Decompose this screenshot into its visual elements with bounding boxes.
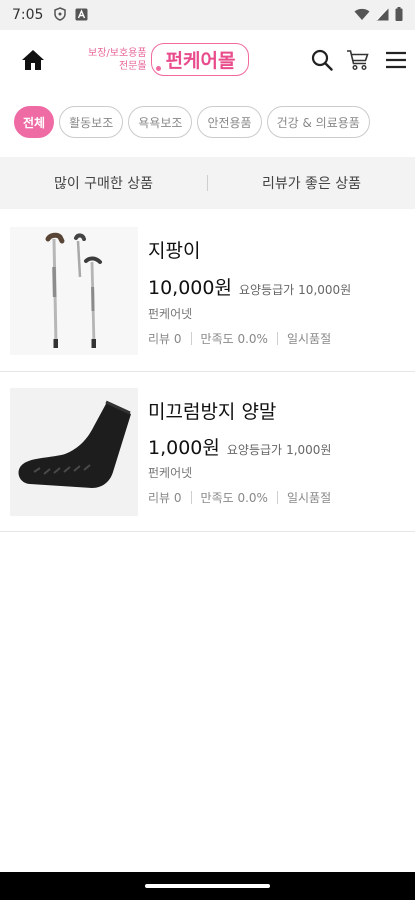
tab-most-purchased[interactable]: 많이 구매한 상품 <box>0 173 207 193</box>
meta-separator <box>276 491 278 504</box>
logo-tagline-line2: 전문몰 <box>118 60 147 72</box>
satisfaction-rate: 만족도 0.0% <box>200 332 268 346</box>
care-grade-price: 10,000원 <box>298 283 352 297</box>
signal-icon <box>376 6 389 25</box>
logo-dot <box>155 66 161 71</box>
category-chip[interactable]: 안전용품 <box>197 106 262 138</box>
care-grade-label: 요양등급가 <box>238 283 295 297</box>
menu-button[interactable] <box>383 47 409 73</box>
care-grade-price: 1,000원 <box>286 443 332 457</box>
meta-separator <box>276 332 278 345</box>
system-navigation-bar <box>0 872 415 900</box>
home-icon <box>22 50 44 70</box>
product-image-sock[interactable] <box>10 388 138 516</box>
meta-separator <box>190 491 192 504</box>
review-count: 리뷰 0 <box>148 332 182 346</box>
category-chip[interactable]: 활동보조 <box>59 106 124 138</box>
price-row: 1,000원 요양등급가 1,000원 <box>148 433 331 460</box>
logo-tagline-line1: 보장/보호용품 <box>88 47 147 59</box>
product-image-canes[interactable] <box>10 227 138 355</box>
search-button[interactable] <box>309 47 335 73</box>
product-item[interactable]: 미끄럼방지 양말 1,000원 요양등급가 1,000원 펀케어넷 리뷰 0 만… <box>0 372 415 532</box>
logo-wordmark: 펀케어몰 <box>150 43 249 76</box>
category-chip[interactable]: 전체 <box>14 106 55 138</box>
product-price: 1,000원 <box>148 437 220 459</box>
product-meta: 리뷰 0 만족도 0.0% 일시품절 <box>148 330 331 347</box>
home-button[interactable] <box>20 47 46 73</box>
category-chip[interactable]: 건강 & 의료용품 <box>266 106 370 138</box>
product-meta: 리뷰 0 만족도 0.0% 일시품절 <box>148 489 331 506</box>
hamburger-menu-icon <box>386 51 406 69</box>
logo-name: 펀케어몰 <box>165 50 236 72</box>
anti-slip-sock-image <box>10 388 138 516</box>
satisfaction-rate: 만족도 0.0% <box>200 491 268 505</box>
stock-status: 일시품절 <box>286 491 332 505</box>
product-price: 10,000원 <box>148 277 232 299</box>
care-grade-label: 요양등급가 <box>226 443 283 457</box>
cart-icon <box>347 50 369 71</box>
product-seller: 펀케어넷 <box>148 307 193 321</box>
stock-status: 일시품절 <box>286 332 332 346</box>
shield-icon <box>53 6 67 25</box>
logo-tagline: 보장/보호용품 전문몰 <box>88 47 147 73</box>
sort-tabs: 많이 구매한 상품 리뷰가 좋은 상품 <box>0 157 415 209</box>
wifi-icon <box>354 6 370 25</box>
status-bar: 7:05 <box>0 0 415 30</box>
category-chip[interactable]: 욕욕보조 <box>128 106 193 138</box>
app-header: 보장/보호용품 전문몰 펀케어몰 <box>0 30 415 92</box>
review-count: 리뷰 0 <box>148 491 182 505</box>
price-row: 10,000원 요양등급가 10,000원 <box>148 273 351 300</box>
a-box-icon <box>75 6 88 25</box>
category-chip-row: 전체 활동보조 욕욕보조 안전용품 건강 & 의료용품 <box>14 106 415 140</box>
product-item[interactable]: 지팡이 10,000원 요양등급가 10,000원 펀케어넷 리뷰 0 만족도 … <box>0 212 415 372</box>
product-name[interactable]: 지팡이 <box>148 236 200 263</box>
mall-logo[interactable]: 보장/보호용품 전문몰 펀케어몰 <box>88 43 249 76</box>
cart-button[interactable] <box>345 47 371 73</box>
walking-cane-image <box>10 227 138 355</box>
product-seller: 펀케어넷 <box>148 466 193 480</box>
product-name[interactable]: 미끄럼방지 양말 <box>148 397 276 424</box>
battery-icon <box>395 6 403 25</box>
search-icon <box>311 49 333 71</box>
status-time: 7:05 <box>12 7 44 23</box>
meta-separator <box>190 332 192 345</box>
home-gesture-handle[interactable] <box>145 884 270 888</box>
tab-best-reviewed[interactable]: 리뷰가 좋은 상품 <box>208 173 415 193</box>
